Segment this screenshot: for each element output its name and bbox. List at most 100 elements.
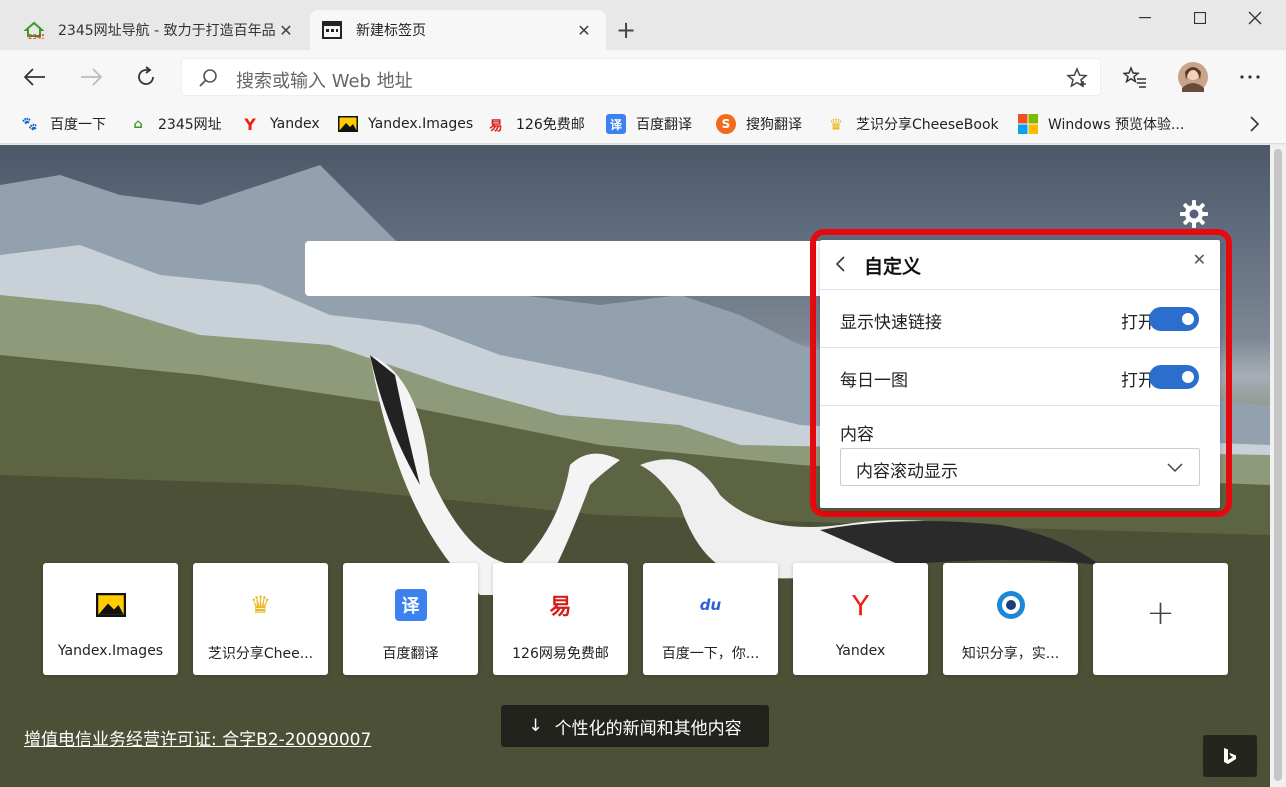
quick-links-toggle[interactable] — [1149, 307, 1199, 331]
avatar[interactable] — [1174, 58, 1212, 96]
setting-row-quick-links: 显示快速链接 打开 — [820, 290, 1220, 348]
news-feed-button[interactable]: ↓ 个性化的新闻和其他内容 — [501, 705, 769, 747]
quick-link[interactable]: Yandex.Images — [43, 563, 178, 675]
baidu-icon: 🐾 — [21, 116, 39, 132]
favorite-item[interactable]: ⌂ 2345网址 — [128, 112, 221, 136]
chevron-left-icon[interactable] — [834, 255, 850, 275]
add-icon: + — [1146, 593, 1175, 633]
tab-title: 新建标签页 — [356, 23, 426, 39]
new-tab-page-icon — [322, 20, 342, 40]
favorite-item[interactable]: Y Yandex — [240, 112, 320, 136]
svg-text:2345: 2345 — [28, 33, 44, 40]
bing-logo-icon[interactable] — [1203, 735, 1257, 777]
minimize-icon[interactable] — [1118, 0, 1172, 36]
yandex-icon: Y — [244, 114, 256, 134]
setting-row-daily-image: 每日一图 打开 — [820, 348, 1220, 406]
quick-link[interactable]: ♛ 芝识分享Chee... — [193, 563, 328, 675]
quick-link[interactable]: 易 126网易免费邮 — [493, 563, 628, 675]
quick-link-label: 芝识分享Chee... — [207, 646, 314, 662]
netease-icon: 易 — [489, 118, 503, 134]
favorite-label: Yandex.Images — [368, 116, 474, 132]
arrow-down-icon: ↓ — [528, 716, 543, 736]
tab-close-icon[interactable]: ✕ — [276, 21, 296, 40]
quick-link[interactable]: Y Yandex — [793, 563, 928, 675]
cheese-icon: ♛ — [828, 114, 844, 134]
favorite-item[interactable]: 🐾 百度一下 — [20, 112, 106, 136]
favorite-label: 百度翻译 — [636, 117, 692, 133]
news-feed-label: 个性化的新闻和其他内容 — [554, 718, 742, 739]
favorite-item[interactable]: 译 百度翻译 — [606, 112, 692, 136]
search-icon — [198, 68, 218, 92]
close-window-icon[interactable] — [1228, 0, 1282, 36]
scrollbar-thumb[interactable] — [1274, 149, 1282, 781]
favorite-item[interactable]: ♛ 芝识分享CheeseBook — [826, 112, 999, 136]
favorite-label: 百度一下 — [50, 117, 106, 133]
translate-icon: 译 — [394, 589, 427, 621]
address-bar[interactable]: 搜索或输入 Web 地址 — [181, 58, 1101, 96]
dropdown-value: 内容滚动显示 — [856, 462, 958, 482]
daily-image-toggle[interactable] — [1149, 365, 1199, 389]
favorite-label: 搜狗翻译 — [746, 117, 802, 133]
favorite-item[interactable]: Windows 预览体验... — [1018, 112, 1184, 136]
maximize-icon[interactable] — [1173, 0, 1227, 36]
settings-gear-icon[interactable] — [1178, 198, 1210, 230]
tab-close-icon[interactable]: ✕ — [574, 21, 594, 40]
quick-link-label: Yandex.Images — [57, 643, 164, 659]
quick-link-label: Yandex — [835, 643, 886, 659]
knowledge-share-icon — [995, 589, 1027, 621]
refresh-icon[interactable] — [127, 58, 165, 96]
quick-link[interactable]: du 百度一下，你... — [643, 563, 778, 675]
new-tab-button[interactable]: + — [612, 14, 640, 46]
toolbar: 搜索或输入 Web 地址 — [0, 50, 1286, 104]
license-link[interactable]: 增值电信业务经营许可证: 合字B2-20090007 — [24, 725, 371, 750]
favorite-label: Yandex — [270, 116, 320, 132]
baidu-icon: du — [699, 596, 722, 614]
windows-icon — [1018, 114, 1038, 134]
setting-label: 显示快速链接 — [840, 313, 942, 333]
yandex-icon: Y — [851, 588, 870, 622]
web-search-box[interactable] — [305, 241, 865, 296]
translate-icon: 译 — [606, 114, 626, 134]
favorites-bar: 🐾 百度一下 ⌂ 2345网址 Y Yandex Yandex.Images 易… — [0, 104, 1286, 144]
toggle-knob — [1182, 313, 1194, 325]
favorite-label: Windows 预览体验... — [1048, 117, 1185, 133]
chevron-down-icon — [1167, 461, 1183, 477]
toggle-knob — [1182, 371, 1194, 383]
quick-link-label: 百度一下，你... — [661, 646, 760, 662]
tab-new[interactable]: 新建标签页 ✕ — [310, 10, 606, 50]
favorite-label: 126免费邮 — [516, 117, 585, 133]
content-label: 内容 — [840, 425, 874, 445]
add-quick-link[interactable]: + — [1093, 563, 1228, 675]
tab-2345[interactable]: 2345 2345网址导航 - 致力于打造百年品牌 ✕ — [12, 10, 308, 50]
forward-icon[interactable] — [72, 58, 110, 96]
favorite-item[interactable]: Yandex.Images — [338, 112, 473, 136]
favorite-label: 芝识分享CheeseBook — [856, 117, 999, 133]
new-tab-page: Yandex.Images ♛ 芝识分享Chee... 译 百度翻译 易 126… — [0, 145, 1270, 787]
address-placeholder: 搜索或输入 Web 地址 — [236, 71, 413, 92]
image-icon — [338, 114, 358, 134]
quick-link[interactable]: 知识分享，实... — [943, 563, 1078, 675]
tab-title: 2345网址导航 - 致力于打造百年品牌 — [58, 23, 276, 39]
close-icon[interactable]: ✕ — [1193, 250, 1206, 269]
quick-link-label: 126网易免费邮 — [512, 646, 609, 662]
back-icon[interactable] — [16, 58, 54, 96]
2345-icon: ⌂ — [133, 116, 143, 132]
favorite-star-icon[interactable] — [1066, 67, 1088, 93]
quick-link-label: 知识分享，实... — [961, 646, 1060, 662]
tab-strip: 2345 2345网址导航 - 致力于打造百年品牌 ✕ 新建标签页 ✕ + — [0, 0, 1286, 50]
customize-panel: 自定义 ✕ 显示快速链接 打开 每日一图 打开 内容 内容滚动显示 — [820, 240, 1220, 508]
chevron-right-icon[interactable] — [1242, 112, 1266, 136]
favorite-item[interactable]: S 搜狗翻译 — [716, 112, 802, 136]
panel-title: 自定义 — [864, 256, 922, 278]
cheese-icon: ♛ — [249, 591, 272, 619]
favorite-item[interactable]: 易 126免费邮 — [486, 112, 585, 136]
netease-icon: 易 — [549, 595, 572, 620]
favorites-icon[interactable] — [1116, 58, 1154, 96]
more-menu-icon[interactable] — [1231, 58, 1269, 96]
quick-link[interactable]: 译 百度翻译 — [343, 563, 478, 675]
image-icon — [95, 589, 127, 621]
setting-label: 每日一图 — [840, 371, 908, 391]
content-dropdown[interactable]: 内容滚动显示 — [840, 448, 1200, 486]
page-scrollbar[interactable] — [1270, 145, 1286, 787]
2345-icon: 2345 — [24, 20, 44, 40]
